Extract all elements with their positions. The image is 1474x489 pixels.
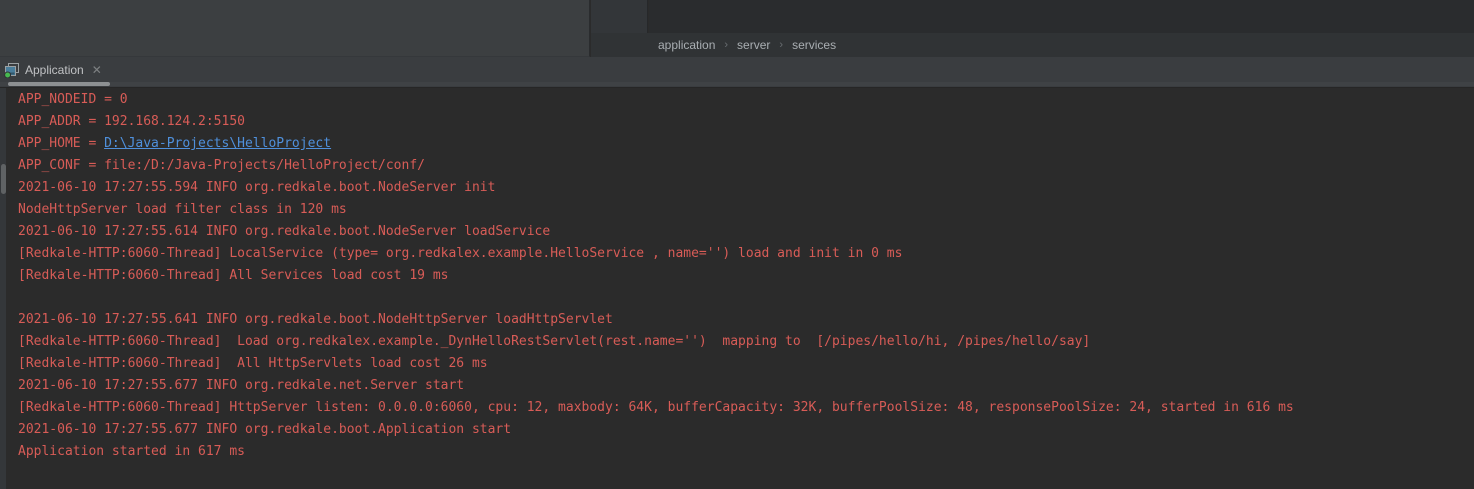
console-line: NodeHttpServer load filter class in 120 … — [18, 199, 1474, 221]
log-text: [Redkale-HTTP:6060-Thread] All Services … — [18, 268, 448, 283]
log-text: 2021-06-10 17:27:55.641 INFO org.redkale… — [18, 312, 613, 327]
log-text: NodeHttpServer load filter class in 120 … — [18, 202, 347, 217]
ide-run-panel: application › server › services Application … — [0, 0, 1474, 489]
top-right-strip — [649, 0, 1474, 33]
top-divider-strip — [591, 0, 648, 33]
tabs-scrollbar-track — [0, 82, 1474, 86]
console-line — [18, 287, 1474, 309]
close-icon[interactable]: ✕ — [92, 64, 102, 76]
chevron-right-icon: › — [779, 39, 783, 51]
tabs-scrollbar-thumb[interactable] — [8, 82, 110, 86]
log-text: [Redkale-HTTP:6060-Thread] Load org.redk… — [18, 334, 1090, 349]
log-text: APP_ADDR = 192.168.124.2:5150 — [18, 114, 245, 129]
breadcrumb-item-services[interactable]: services — [792, 38, 836, 52]
editor-empty-panel — [0, 0, 590, 57]
file-path-link[interactable]: D:\Java-Projects\HelloProject — [104, 136, 331, 151]
console-icon — [4, 62, 20, 78]
console-line: APP_HOME = D:\Java-Projects\HelloProject — [18, 133, 1474, 155]
log-text: 2021-06-10 17:27:55.594 INFO org.redkale… — [18, 180, 495, 195]
console-line: Application started in 617 ms — [18, 441, 1474, 463]
log-text: APP_NODEID = 0 — [18, 92, 128, 107]
console-line: 2021-06-10 17:27:55.677 INFO org.redkale… — [18, 419, 1474, 441]
chevron-right-icon: › — [724, 39, 728, 51]
log-text: APP_HOME = — [18, 136, 104, 151]
log-text: [Redkale-HTTP:6060-Thread] LocalService … — [18, 246, 902, 261]
console-line: 2021-06-10 17:27:55.614 INFO org.redkale… — [18, 221, 1474, 243]
console-line: 2021-06-10 17:27:55.641 INFO org.redkale… — [18, 309, 1474, 331]
console-line: APP_ADDR = 192.168.124.2:5150 — [18, 111, 1474, 133]
log-text: 2021-06-10 17:27:55.614 INFO org.redkale… — [18, 224, 550, 239]
breadcrumb: application › server › services — [591, 33, 1474, 57]
breadcrumb-item-application[interactable]: application — [658, 38, 715, 52]
log-text: [Redkale-HTTP:6060-Thread] All HttpServl… — [18, 356, 488, 371]
console-line: 2021-06-10 17:27:55.594 INFO org.redkale… — [18, 177, 1474, 199]
tab-application[interactable]: Application ✕ — [0, 57, 108, 83]
console-line: [Redkale-HTTP:6060-Thread] All Services … — [18, 265, 1474, 287]
console-line: [Redkale-HTTP:6060-Thread] All HttpServl… — [18, 353, 1474, 375]
console-line: 2021-06-10 17:27:55.677 INFO org.redkale… — [18, 375, 1474, 397]
console-line: APP_NODEID = 0 — [18, 89, 1474, 111]
log-text: Application started in 617 ms — [18, 444, 245, 459]
console-line: [Redkale-HTTP:6060-Thread] Load org.redk… — [18, 331, 1474, 353]
console-line: [Redkale-HTTP:6060-Thread] LocalService … — [18, 243, 1474, 265]
console-left-scrollbar-track — [0, 88, 6, 489]
console-left-scrollbar-thumb[interactable] — [1, 164, 6, 194]
log-text: [Redkale-HTTP:6060-Thread] HttpServer li… — [18, 400, 1294, 415]
console-line: APP_CONF = file:/D:/Java-Projects/HelloP… — [18, 155, 1474, 177]
log-text: 2021-06-10 17:27:55.677 INFO org.redkale… — [18, 422, 511, 437]
tab-label: Application — [25, 63, 84, 77]
log-text: 2021-06-10 17:27:55.677 INFO org.redkale… — [18, 378, 464, 393]
breadcrumb-item-server[interactable]: server — [737, 38, 770, 52]
console-output[interactable]: APP_NODEID = 0 APP_ADDR = 192.168.124.2:5… — [0, 88, 1474, 489]
run-tool-window-tab-bar: Application ✕ — [0, 57, 1474, 88]
console-line: [Redkale-HTTP:6060-Thread] HttpServer li… — [18, 397, 1474, 419]
log-text: APP_CONF = file:/D:/Java-Projects/HelloP… — [18, 158, 425, 173]
